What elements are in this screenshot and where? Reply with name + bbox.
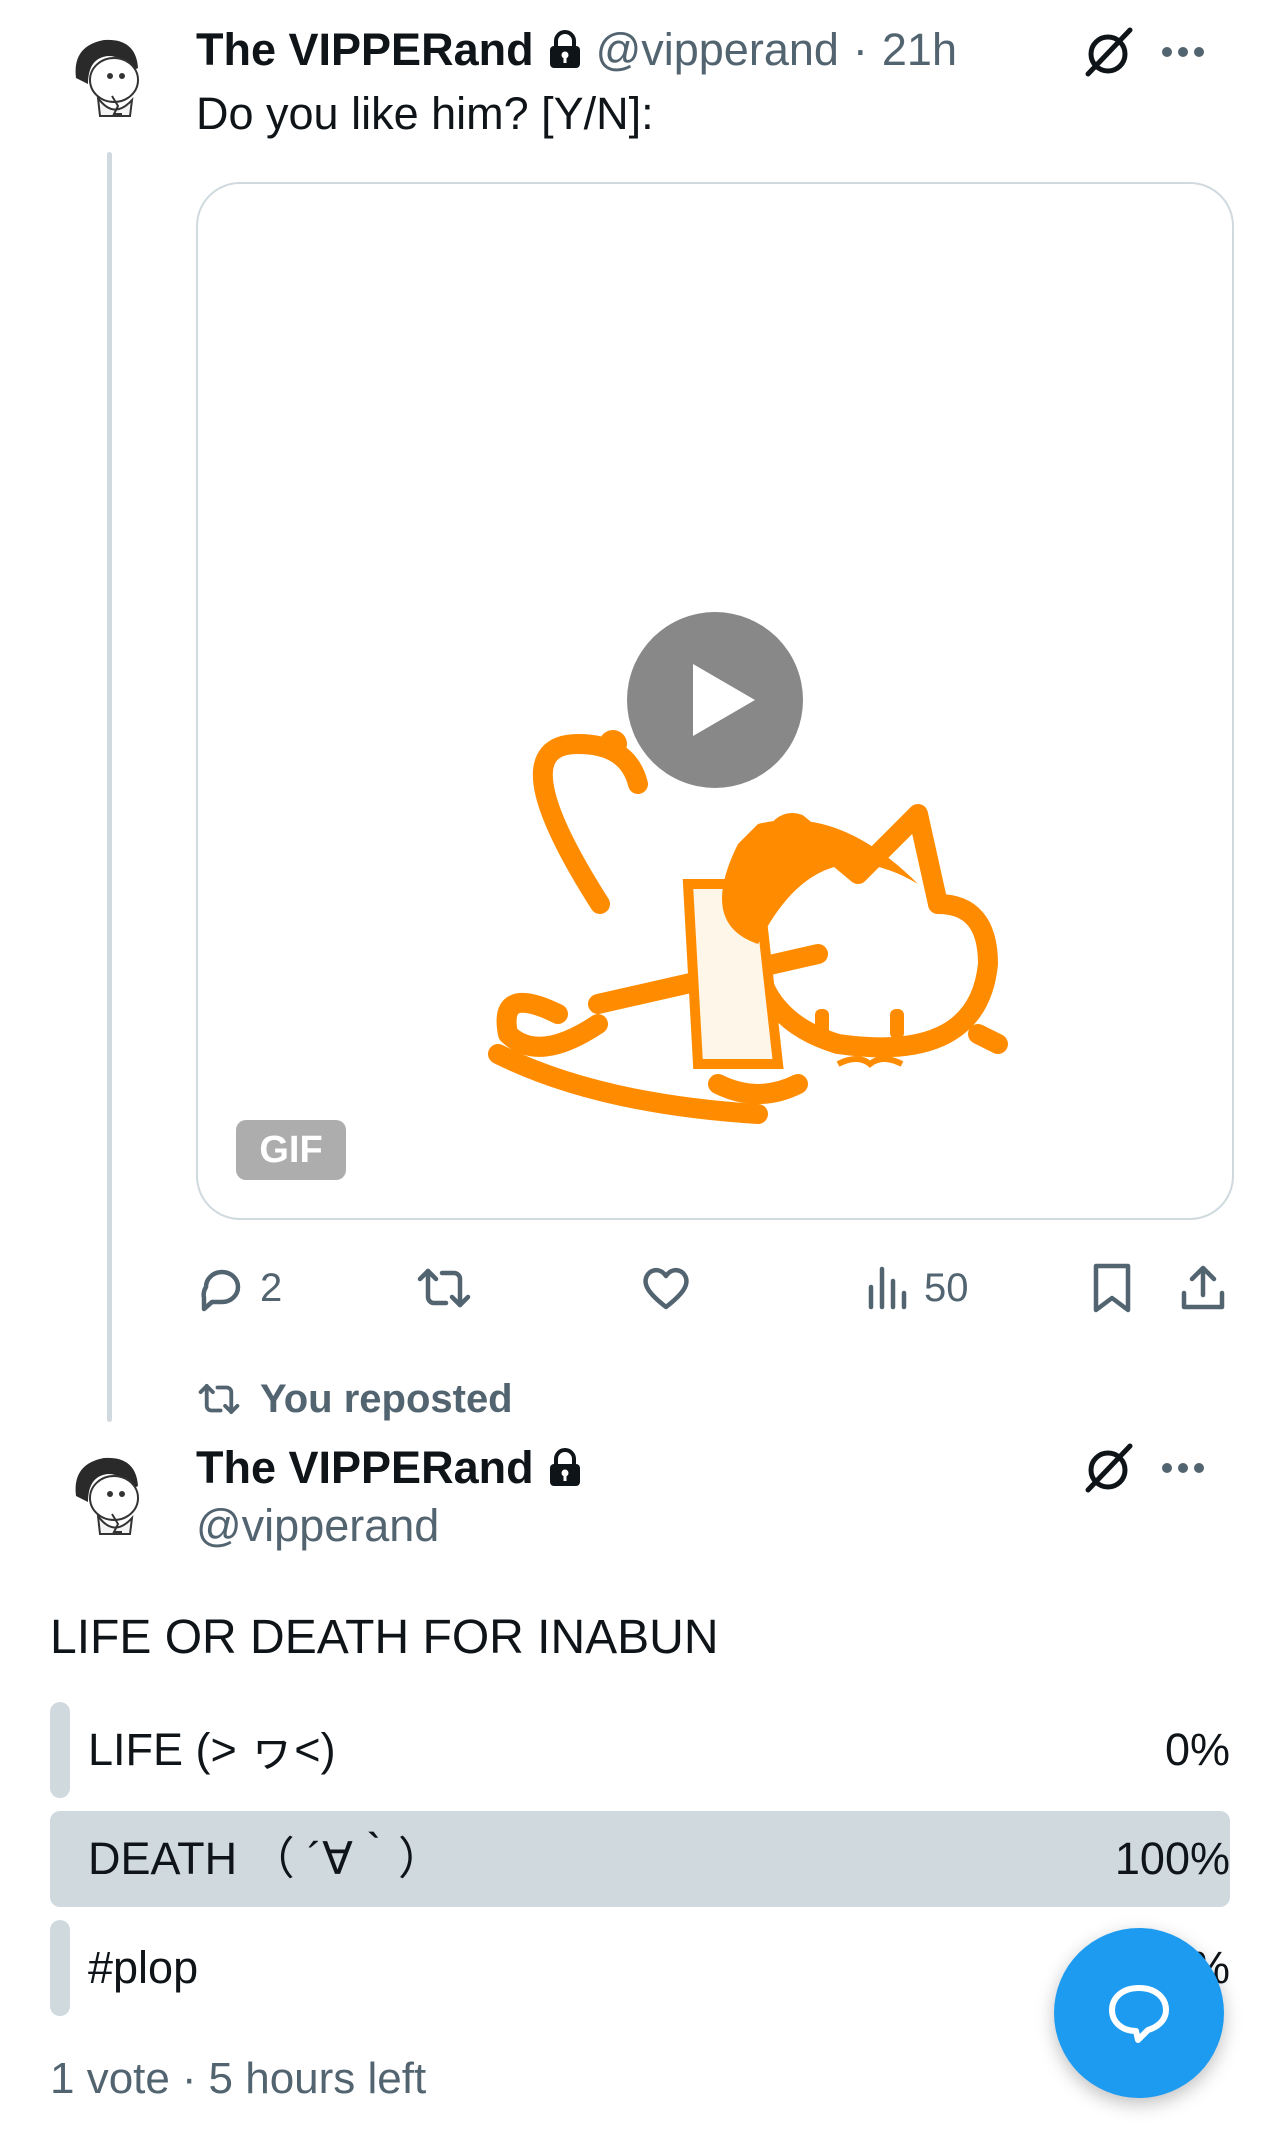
repost-label: You reposted bbox=[260, 1376, 513, 1421]
poll-option: LIFE (˃ ヮ˂) 0% bbox=[50, 1702, 1230, 1798]
author-handle[interactable]: @vipperand bbox=[196, 1500, 439, 1552]
poll-bar bbox=[50, 1920, 70, 2016]
lock-icon bbox=[549, 1448, 580, 1486]
poll-option-label: #plop bbox=[88, 1942, 199, 1993]
grok-icon[interactable] bbox=[1080, 24, 1136, 80]
like-button[interactable] bbox=[640, 1258, 692, 1318]
poll-footer: 1 vote · 5 hours left bbox=[50, 2054, 426, 2104]
poll-votes: 1 vote bbox=[50, 2054, 170, 2103]
author-name[interactable]: The VIPPERand bbox=[196, 24, 534, 76]
gif-badge: GIF bbox=[236, 1120, 346, 1180]
views-icon bbox=[868, 1266, 907, 1310]
share-icon bbox=[1181, 1265, 1225, 1310]
repost-icon bbox=[417, 1268, 471, 1308]
play-icon bbox=[693, 664, 755, 736]
new-message-icon bbox=[1109, 1985, 1169, 2043]
heart-icon bbox=[643, 1268, 689, 1310]
more-icon[interactable] bbox=[1160, 40, 1206, 64]
view-count: 50 bbox=[924, 1265, 969, 1310]
avatar-image bbox=[75, 39, 139, 117]
poll-time-left: 5 hours left bbox=[208, 2054, 427, 2103]
avatar-image bbox=[75, 1457, 139, 1535]
separator-dot: · bbox=[852, 24, 868, 75]
reply-count: 2 bbox=[260, 1265, 283, 1310]
poll-option: #plop 0% bbox=[50, 1920, 1230, 2016]
lock-icon bbox=[549, 30, 580, 68]
poll-bar bbox=[50, 1702, 70, 1798]
repost-button[interactable] bbox=[414, 1258, 474, 1318]
repost-icon bbox=[198, 1384, 240, 1414]
play-button[interactable] bbox=[627, 612, 803, 788]
author-handle[interactable]: @vipperand bbox=[596, 24, 839, 76]
more-icon[interactable] bbox=[1160, 1456, 1206, 1480]
poll-option-percent: 0% bbox=[1164, 1724, 1230, 1775]
separator-dot: · bbox=[181, 2054, 197, 2103]
avatar[interactable] bbox=[58, 1446, 154, 1542]
gif-media[interactable]: GIF bbox=[196, 182, 1234, 1220]
tweet-text: Do you like him? [Y/N]: bbox=[196, 88, 654, 139]
poll-option-label: DEATH （ ´∀｀） bbox=[88, 1833, 443, 1884]
timestamp[interactable]: 21h bbox=[882, 24, 957, 76]
grok-icon[interactable] bbox=[1080, 1440, 1136, 1496]
poll-option: DEATH （ ´∀｀） 100% bbox=[50, 1811, 1230, 1907]
poll-option-label: LIFE (˃ ヮ˂) bbox=[88, 1724, 336, 1775]
tweet-text: LIFE OR DEATH FOR INABUN bbox=[50, 1611, 719, 1664]
author-name[interactable]: The VIPPERand bbox=[196, 1442, 534, 1494]
views-button[interactable]: 50 bbox=[866, 1258, 969, 1318]
thread-line bbox=[107, 152, 112, 1422]
avatar[interactable] bbox=[58, 28, 154, 124]
new-message-button[interactable] bbox=[1054, 1928, 1224, 2098]
repost-indicator[interactable]: You reposted bbox=[196, 1374, 513, 1424]
share-button[interactable] bbox=[1178, 1258, 1228, 1318]
poll-option-percent: 100% bbox=[1114, 1833, 1230, 1884]
bookmark-icon bbox=[1093, 1263, 1131, 1313]
reply-button[interactable]: 2 bbox=[196, 1258, 282, 1318]
reply-icon bbox=[201, 1269, 241, 1312]
bookmark-button[interactable] bbox=[1090, 1258, 1134, 1318]
